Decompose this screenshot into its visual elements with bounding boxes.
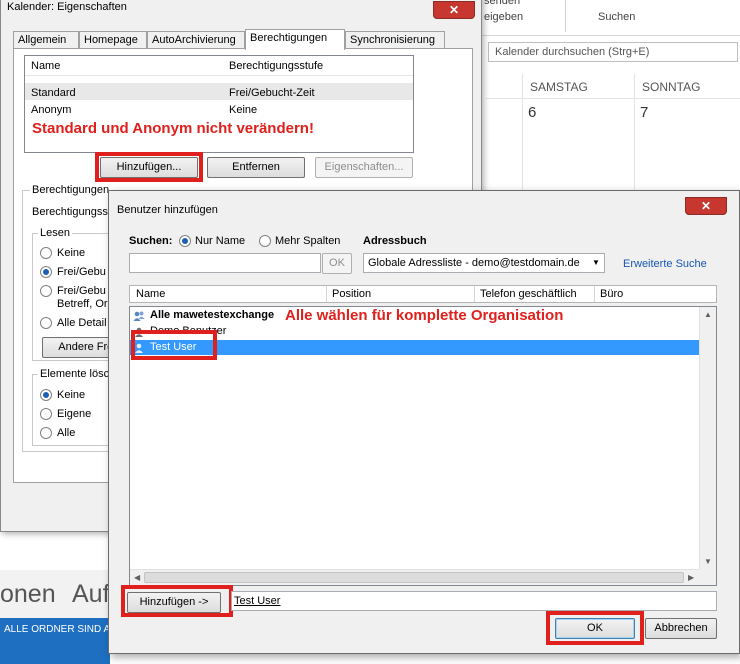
search-name-only-radio[interactable] <box>179 235 191 247</box>
delete-own-radio[interactable] <box>40 408 52 420</box>
ribbon: senden eigeben Suchen <box>480 0 740 36</box>
delete-none-radio[interactable] <box>40 389 52 401</box>
add-user-button[interactable]: Hinzufügen -> <box>127 592 221 613</box>
delete-own-label: Eigene <box>57 408 92 420</box>
nav-item-text[interactable]: onen <box>0 580 56 609</box>
read-all-details-radio[interactable] <box>40 317 52 329</box>
dialog-title: Benutzer hinzufügen <box>117 204 218 216</box>
ribbon-separator <box>565 0 566 32</box>
close-icon[interactable]: ✕ <box>433 1 475 19</box>
read-freebusy-radio[interactable] <box>40 266 52 278</box>
read-freebusy-label: Frei/Gebu <box>57 266 106 278</box>
table-row[interactable]: Anonym Keine <box>25 100 413 117</box>
search-label: Suchen: <box>129 235 173 247</box>
dialog-title: Kalender: Eigenschaften <box>7 1 127 13</box>
grid-line <box>486 98 740 99</box>
scroll-left-icon[interactable]: ◀ <box>134 573 140 582</box>
permission-level-label: Berechtigungss <box>32 206 108 218</box>
row-name: Anonym <box>31 104 72 116</box>
search-more-columns-radio[interactable] <box>259 235 271 247</box>
delete-none-label: Keine <box>57 389 86 401</box>
column-divider[interactable] <box>326 286 327 302</box>
add-permission-button[interactable]: Hinzufügen... <box>100 157 198 178</box>
annotation-note: Standard und Anonym nicht verändern! <box>32 120 314 137</box>
column-divider[interactable] <box>594 286 595 302</box>
address-list: Alle mawetestexchange Demo Benutzer Test… <box>129 306 717 586</box>
read-freebusy-subject-radio[interactable] <box>40 285 52 297</box>
column-header-level[interactable]: Berechtigungsstufe <box>229 60 323 72</box>
read-freebusy-subject-label: Frei/Gebu <box>57 285 106 297</box>
remove-permission-button[interactable]: Entfernen <box>207 157 305 178</box>
search-name-only-label: Nur Name <box>195 235 246 247</box>
ribbon-share-label[interactable]: eigeben <box>484 11 523 23</box>
ok-button[interactable]: OK <box>555 618 635 639</box>
column-header-phone[interactable]: Telefon geschäftlich <box>480 288 577 300</box>
group-icon <box>133 311 145 321</box>
status-bar: ALLE ORDNER SIND A <box>0 618 110 664</box>
delete-all-label: Alle <box>57 427 76 439</box>
column-header-position[interactable]: Position <box>332 288 371 300</box>
selected-user-value: Test User <box>234 595 281 607</box>
calendar-search-input[interactable]: Kalender durchsuchen (Strg+E) <box>488 42 738 62</box>
results-header: Name Position Telefon geschäftlich Büro <box>129 285 717 303</box>
day-number-saturday[interactable]: 6 <box>528 104 536 121</box>
search-more-columns-label: Mehr Spalten <box>275 235 341 247</box>
calendar-search-placeholder: Kalender durchsuchen (Strg+E) <box>495 46 650 58</box>
horizontal-scrollbar[interactable]: ◀ ▶ <box>130 569 700 585</box>
tab-homepage[interactable]: Homepage <box>79 31 147 49</box>
selected-users-field[interactable]: Test User <box>231 591 717 611</box>
properties-button[interactable]: Eigenschaften... <box>315 157 413 178</box>
address-book-value: Globale Adressliste - demo@testdomain.de <box>368 257 580 269</box>
scroll-down-icon[interactable]: ▼ <box>704 557 712 566</box>
advanced-search-link[interactable]: Erweiterte Suche <box>623 258 707 270</box>
tab-general[interactable]: Allgemein <box>13 31 79 49</box>
tab-synchronization[interactable]: Synchronisierung <box>345 31 445 49</box>
ribbon-send-label[interactable]: senden <box>484 0 520 7</box>
day-number-sunday[interactable]: 7 <box>640 104 648 121</box>
permissions-table-header: Name Berechtigungsstufe <box>25 56 413 76</box>
permissions-table: Name Berechtigungsstufe Standard Frei/Ge… <box>24 55 414 153</box>
chevron-down-icon: ▼ <box>588 254 604 272</box>
row-level: Keine <box>229 104 258 116</box>
read-all-details-label: Alle Detail <box>57 317 107 329</box>
delete-items-group-title: Elemente lösc <box>38 368 112 380</box>
highlight-box <box>131 330 217 360</box>
delete-all-radio[interactable] <box>40 427 52 439</box>
tab-autoarchive[interactable]: AutoArchivierung <box>147 31 245 49</box>
day-header-saturday: SAMSTAG <box>530 80 588 94</box>
nav-item-text[interactable]: Auf <box>72 580 110 609</box>
close-icon[interactable]: ✕ <box>685 197 727 215</box>
read-freebusy-subject-label-line2: Betreff, Or <box>57 298 108 310</box>
row-name: Standard <box>31 87 76 99</box>
tab-permissions[interactable]: Berechtigungen <box>245 29 345 50</box>
permissions-group-label: Berechtigungen <box>30 184 112 196</box>
status-text: ALLE ORDNER SIND A <box>4 624 111 635</box>
search-ok-button[interactable]: OK <box>322 253 352 274</box>
entry-name: Alle mawetestexchange <box>150 309 275 321</box>
scroll-right-icon[interactable]: ▶ <box>688 573 694 582</box>
address-book-label: Adressbuch <box>363 235 427 247</box>
search-input[interactable] <box>129 253 321 273</box>
vertical-scrollbar[interactable]: ▲ ▼ <box>699 307 716 570</box>
column-header-name[interactable]: Name <box>136 288 165 300</box>
scroll-thumb[interactable] <box>144 572 684 583</box>
read-none-label: Keine <box>57 247 86 259</box>
column-header-office[interactable]: Büro <box>600 288 623 300</box>
read-none-radio[interactable] <box>40 247 52 259</box>
day-header-sunday: SONNTAG <box>642 80 701 94</box>
scroll-up-icon[interactable]: ▲ <box>704 310 712 319</box>
read-group-title: Lesen <box>38 227 72 239</box>
column-header-name[interactable]: Name <box>31 60 60 72</box>
row-level: Frei/Gebucht-Zeit <box>229 87 315 99</box>
annotation-note: Alle wählen für komplette Organisation <box>285 307 564 324</box>
column-divider[interactable] <box>474 286 475 302</box>
table-row[interactable]: Standard Frei/Gebucht-Zeit <box>25 83 413 100</box>
scroll-corner <box>699 569 716 585</box>
add-user-dialog: Benutzer hinzufügen ✕ Suchen: Nur Name M… <box>108 190 740 654</box>
cancel-button[interactable]: Abbrechen <box>645 618 717 639</box>
ribbon-search-label[interactable]: Suchen <box>598 11 635 23</box>
address-book-select[interactable]: Globale Adressliste - demo@testdomain.de… <box>363 253 605 273</box>
